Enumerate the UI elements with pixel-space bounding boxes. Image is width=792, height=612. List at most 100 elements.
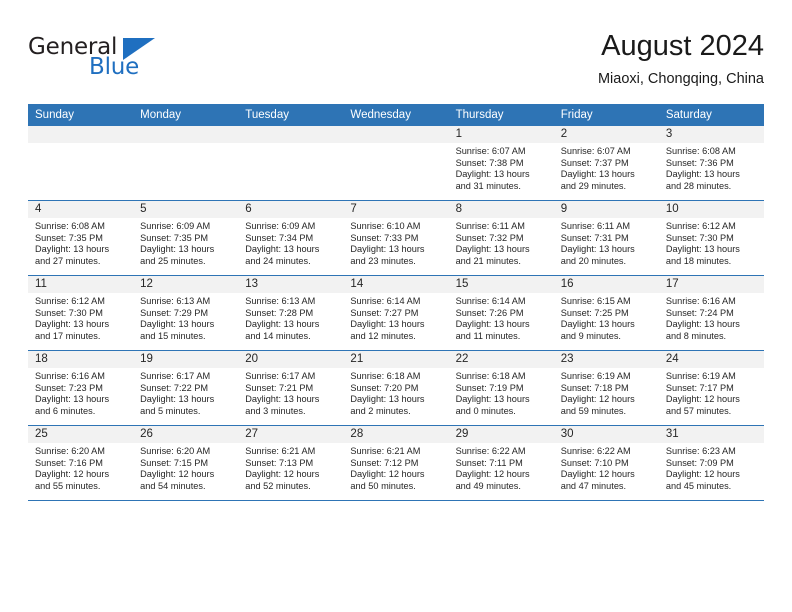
calendar-day-cell[interactable]: 29 Sunrise: 6:22 AM Sunset: 7:11 PM Dayligh… <box>448 425 554 501</box>
daylight-duration-line1: Daylight: 13 hours <box>245 394 320 405</box>
day-cell-inner: 12 Sunrise: 6:13 AM Sunset: 7:29 PM Dayligh… <box>133 276 239 350</box>
calendar-day-cell[interactable]: 26 Sunrise: 6:20 AM Sunset: 7:15 PM Dayligh… <box>133 425 239 501</box>
daylight-duration-line2: and 12 minutes. <box>350 330 416 341</box>
sunset-time: Sunset: 7:20 PM <box>350 382 419 393</box>
calendar-day-cell[interactable]: 3 Sunrise: 6:08 AM Sunset: 7:36 PM Daylight… <box>658 126 764 201</box>
day-number: 10 <box>658 201 764 218</box>
sunrise-time: Sunrise: 6:21 AM <box>245 446 316 456</box>
calendar-day-cell[interactable]: 13 Sunrise: 6:13 AM Sunset: 7:28 PM Dayligh… <box>238 275 344 351</box>
daylight-duration-line2: and 59 minutes. <box>560 405 627 416</box>
day-details: Sunrise: 6:15 AM Sunset: 7:25 PM Daylight:… <box>554 293 659 342</box>
sunset-time: Sunset: 7:13 PM <box>245 457 314 468</box>
sunrise-time: Sunrise: 6:16 AM <box>665 296 736 306</box>
calendar-day-cell[interactable]: 6 Sunrise: 6:09 AM Sunset: 7:34 PM Daylight… <box>238 200 344 276</box>
calendar-day-cell[interactable]: 21 Sunrise: 6:18 AM Sunset: 7:20 PM Dayligh… <box>343 350 449 426</box>
daylight-duration-line2: and 24 minutes. <box>245 255 311 266</box>
day-number: 9 <box>553 201 659 218</box>
brand-logo[interactable]: General Blue <box>28 34 158 86</box>
calendar-day-cell[interactable]: 16 Sunrise: 6:15 AM Sunset: 7:25 PM Dayligh… <box>553 275 659 351</box>
day-details: Sunrise: 6:17 AM Sunset: 7:22 PM Daylight:… <box>133 368 238 417</box>
calendar-day-cell[interactable]: 27 Sunrise: 6:21 AM Sunset: 7:13 PM Dayligh… <box>238 425 344 501</box>
calendar-day-cell-empty <box>238 126 344 201</box>
day-cell-inner: 2 Sunrise: 6:07 AM Sunset: 7:37 PM Daylight… <box>553 126 659 200</box>
daylight-duration-line1: Daylight: 12 hours <box>665 469 740 480</box>
day-number: 26 <box>133 426 239 443</box>
calendar-day-cell[interactable]: 20 Sunrise: 6:17 AM Sunset: 7:21 PM Dayligh… <box>238 350 344 426</box>
sunrise-time: Sunrise: 6:19 AM <box>665 371 736 381</box>
day-cell-inner: 25 Sunrise: 6:20 AM Sunset: 7:16 PM Dayligh… <box>28 426 134 500</box>
daylight-duration-line1: Daylight: 13 hours <box>665 319 740 330</box>
calendar-day-cell[interactable]: 25 Sunrise: 6:20 AM Sunset: 7:16 PM Dayligh… <box>28 425 134 501</box>
calendar-day-cell[interactable]: 19 Sunrise: 6:17 AM Sunset: 7:22 PM Dayligh… <box>133 350 239 426</box>
calendar-day-cell[interactable]: 5 Sunrise: 6:09 AM Sunset: 7:35 PM Daylight… <box>133 200 239 276</box>
sunrise-time: Sunrise: 6:23 AM <box>665 446 736 456</box>
daylight-duration-line1: Daylight: 13 hours <box>350 394 425 405</box>
daylight-duration-line1: Daylight: 13 hours <box>35 394 110 405</box>
day-cell-inner: 15 Sunrise: 6:14 AM Sunset: 7:26 PM Dayligh… <box>448 276 554 350</box>
day-details: Sunrise: 6:11 AM Sunset: 7:32 PM Daylight:… <box>449 218 554 267</box>
sunrise-time: Sunrise: 6:13 AM <box>245 296 316 306</box>
sunset-time: Sunset: 7:24 PM <box>665 307 734 318</box>
calendar-day-cell[interactable]: 9 Sunrise: 6:11 AM Sunset: 7:31 PM Daylight… <box>553 200 659 276</box>
sunrise-time: Sunrise: 6:08 AM <box>665 146 736 156</box>
daylight-duration-line2: and 31 minutes. <box>455 180 521 191</box>
weekday-header-wednesday: Wednesday <box>343 104 449 126</box>
calendar-day-cell[interactable]: 23 Sunrise: 6:19 AM Sunset: 7:18 PM Dayligh… <box>553 350 659 426</box>
calendar-week-row: 11 Sunrise: 6:12 AM Sunset: 7:30 PM Dayligh… <box>28 275 764 351</box>
calendar-day-cell[interactable]: 14 Sunrise: 6:14 AM Sunset: 7:27 PM Dayligh… <box>343 275 449 351</box>
calendar-day-cell[interactable]: 1 Sunrise: 6:07 AM Sunset: 7:38 PM Daylight… <box>448 126 554 201</box>
day-number: 1 <box>448 126 554 143</box>
calendar-day-cell[interactable]: 18 Sunrise: 6:16 AM Sunset: 7:23 PM Dayligh… <box>28 350 134 426</box>
daylight-duration-line2: and 5 minutes. <box>140 405 201 416</box>
daylight-duration-line2: and 54 minutes. <box>140 480 206 491</box>
day-number: 23 <box>553 351 659 368</box>
daylight-duration-line2: and 14 minutes. <box>245 330 311 341</box>
daylight-duration-line1: Daylight: 12 hours <box>140 469 215 480</box>
calendar-day-cell[interactable]: 7 Sunrise: 6:10 AM Sunset: 7:33 PM Daylight… <box>343 200 449 276</box>
daylight-duration-line1: Daylight: 13 hours <box>245 319 320 330</box>
weekday-header-sunday: Sunday <box>28 104 134 126</box>
sunrise-time: Sunrise: 6:18 AM <box>350 371 421 381</box>
weekday-header-friday: Friday <box>553 104 659 126</box>
day-details: Sunrise: 6:13 AM Sunset: 7:29 PM Daylight:… <box>133 293 238 342</box>
day-cell-inner: 8 Sunrise: 6:11 AM Sunset: 7:32 PM Daylight… <box>448 201 554 275</box>
sunset-time: Sunset: 7:30 PM <box>35 307 103 318</box>
sunset-time: Sunset: 7:32 PM <box>455 232 524 243</box>
calendar-day-cell[interactable]: 24 Sunrise: 6:19 AM Sunset: 7:17 PM Dayligh… <box>658 350 764 426</box>
sunrise-time: Sunrise: 6:14 AM <box>455 296 526 306</box>
daylight-duration-line2: and 2 minutes. <box>350 405 411 416</box>
day-details: Sunrise: 6:22 AM Sunset: 7:11 PM Daylight:… <box>449 443 554 492</box>
calendar-page: General Blue August 2024 Miaoxi, Chongqi… <box>0 0 792 612</box>
daylight-duration-line1: Daylight: 12 hours <box>35 469 110 480</box>
calendar-day-cell[interactable]: 12 Sunrise: 6:13 AM Sunset: 7:29 PM Dayligh… <box>133 275 239 351</box>
calendar-day-cell[interactable]: 30 Sunrise: 6:22 AM Sunset: 7:10 PM Dayligh… <box>553 425 659 501</box>
calendar-day-cell[interactable]: 15 Sunrise: 6:14 AM Sunset: 7:26 PM Dayligh… <box>448 275 554 351</box>
day-number: 15 <box>448 276 554 293</box>
calendar-day-cell[interactable]: 4 Sunrise: 6:08 AM Sunset: 7:35 PM Daylight… <box>28 200 134 276</box>
calendar-day-cell[interactable]: 8 Sunrise: 6:11 AM Sunset: 7:32 PM Daylight… <box>448 200 554 276</box>
sunrise-time: Sunrise: 6:12 AM <box>35 296 105 306</box>
calendar-day-cell[interactable]: 31 Sunrise: 6:23 AM Sunset: 7:09 PM Dayligh… <box>658 425 764 501</box>
daylight-duration-line1: Daylight: 13 hours <box>140 394 215 405</box>
calendar-day-cell[interactable]: 28 Sunrise: 6:21 AM Sunset: 7:12 PM Dayligh… <box>343 425 449 501</box>
day-details: Sunrise: 6:09 AM Sunset: 7:35 PM Daylight:… <box>133 218 238 267</box>
sunset-time: Sunset: 7:12 PM <box>350 457 419 468</box>
calendar-day-cell[interactable]: 11 Sunrise: 6:12 AM Sunset: 7:30 PM Dayligh… <box>28 275 134 351</box>
day-cell-inner: 20 Sunrise: 6:17 AM Sunset: 7:21 PM Dayligh… <box>238 351 344 425</box>
calendar-day-cell[interactable]: 22 Sunrise: 6:18 AM Sunset: 7:19 PM Dayligh… <box>448 350 554 426</box>
day-cell-inner: 26 Sunrise: 6:20 AM Sunset: 7:15 PM Dayligh… <box>133 426 239 500</box>
calendar-week-row: 4 Sunrise: 6:08 AM Sunset: 7:35 PM Daylight… <box>28 200 764 276</box>
day-cell-inner: 23 Sunrise: 6:19 AM Sunset: 7:18 PM Dayligh… <box>553 351 659 425</box>
day-details: Sunrise: 6:21 AM Sunset: 7:13 PM Daylight:… <box>238 443 343 492</box>
sunset-time: Sunset: 7:28 PM <box>245 307 314 318</box>
day-details: Sunrise: 6:16 AM Sunset: 7:23 PM Daylight:… <box>28 368 133 417</box>
daylight-duration-line1: Daylight: 13 hours <box>35 244 110 255</box>
day-number: 16 <box>553 276 659 293</box>
daylight-duration-line2: and 50 minutes. <box>350 480 416 491</box>
daylight-duration-line2: and 29 minutes. <box>560 180 627 191</box>
day-details: Sunrise: 6:07 AM Sunset: 7:38 PM Daylight:… <box>449 143 554 192</box>
calendar-day-cell[interactable]: 10 Sunrise: 6:12 AM Sunset: 7:30 PM Dayligh… <box>658 200 764 276</box>
calendar-day-cell[interactable]: 2 Sunrise: 6:07 AM Sunset: 7:37 PM Daylight… <box>553 126 659 201</box>
calendar-day-cell[interactable]: 17 Sunrise: 6:16 AM Sunset: 7:24 PM Dayligh… <box>658 275 764 351</box>
sunset-time: Sunset: 7:34 PM <box>245 232 314 243</box>
